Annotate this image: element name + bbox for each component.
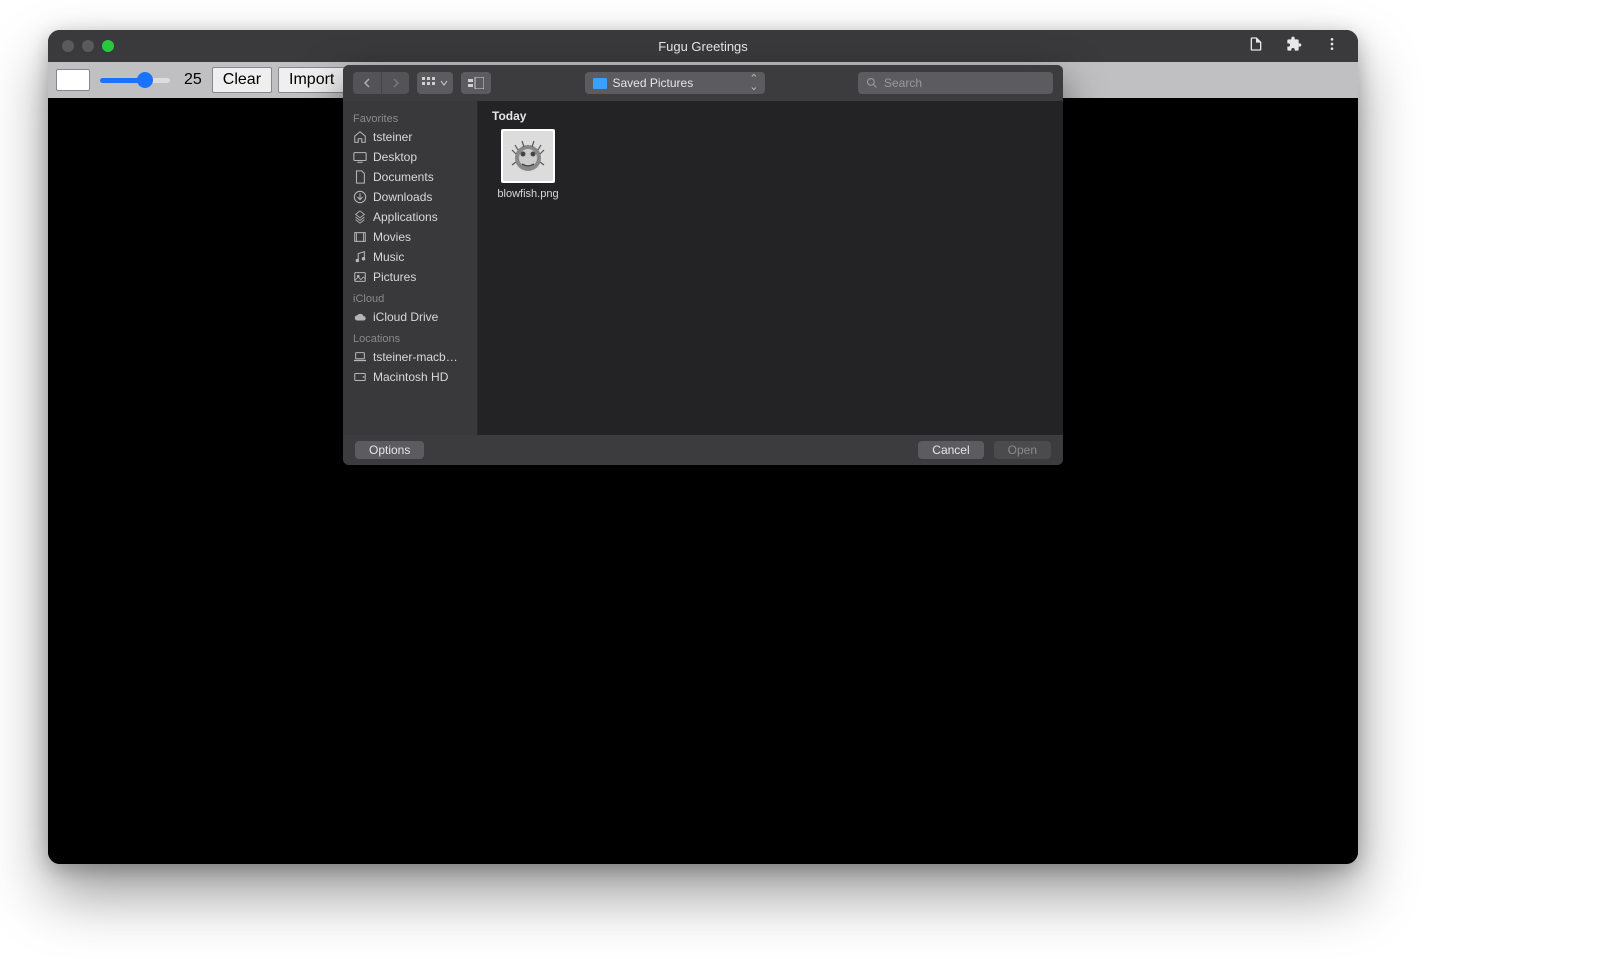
search-field[interactable]: Search: [858, 72, 1053, 94]
sidebar-section-header: iCloud: [343, 287, 477, 307]
file-group-header: Today: [492, 109, 1049, 123]
sidebar-item-label: Downloads: [373, 190, 432, 204]
picture-icon: [353, 270, 367, 284]
brush-size-slider[interactable]: [100, 78, 170, 83]
dialog-footer: Options Cancel Open: [343, 435, 1063, 465]
dialog-toolbar: Saved Pictures ⌃⌄ Search: [343, 65, 1063, 101]
sidebar[interactable]: Favorites tsteiner Desktop Documents Downloa…: [343, 101, 478, 435]
file-name-label: blowfish.png: [497, 187, 558, 201]
sidebar-item[interactable]: tsteiner: [343, 127, 477, 147]
sidebar-item[interactable]: Movies: [343, 227, 477, 247]
doc-icon: [353, 170, 367, 184]
folder-icon: [593, 78, 607, 89]
sidebar-item[interactable]: Music: [343, 247, 477, 267]
clear-button[interactable]: Clear: [212, 67, 272, 93]
file-grid: blowfish.png: [492, 129, 1049, 201]
group-by-button[interactable]: [461, 72, 491, 94]
chevron-updown-icon: ⌃⌄: [749, 75, 756, 91]
sidebar-item[interactable]: Desktop: [343, 147, 477, 167]
path-label: Saved Pictures: [613, 76, 694, 90]
sidebar-item-label: Music: [373, 250, 404, 264]
titlebar: Fugu Greetings: [48, 30, 1358, 62]
file-item[interactable]: blowfish.png: [492, 129, 564, 201]
sidebar-item-label: iCloud Drive: [373, 310, 438, 324]
search-placeholder: Search: [884, 76, 922, 90]
sidebar-item[interactable]: Macintosh HD: [343, 367, 477, 387]
sidebar-item-label: Pictures: [373, 270, 416, 284]
sidebar-item[interactable]: tsteiner-macb…: [343, 347, 477, 367]
home-icon: [353, 130, 367, 144]
view-mode-button[interactable]: [417, 72, 453, 94]
search-icon: [866, 77, 878, 89]
window-title: Fugu Greetings: [48, 39, 1358, 54]
file-pane[interactable]: Today blowfish.png: [478, 101, 1063, 435]
nav-buttons: [353, 72, 409, 94]
nav-forward-button[interactable]: [381, 72, 409, 94]
sidebar-item[interactable]: Downloads: [343, 187, 477, 207]
options-button[interactable]: Options: [355, 441, 424, 459]
slider-thumb[interactable]: [137, 72, 153, 88]
slider-value: 25: [180, 71, 206, 89]
desktop-icon: [353, 150, 367, 164]
apps-icon: [353, 210, 367, 224]
file-thumbnail: [501, 129, 555, 183]
sidebar-item-label: Desktop: [373, 150, 417, 164]
disk-icon: [353, 370, 367, 384]
sidebar-item-label: tsteiner: [373, 130, 412, 144]
sidebar-item[interactable]: iCloud Drive: [343, 307, 477, 327]
path-selector[interactable]: Saved Pictures ⌃⌄: [585, 72, 765, 94]
sidebar-item[interactable]: Pictures: [343, 267, 477, 287]
sidebar-item[interactable]: Applications: [343, 207, 477, 227]
sidebar-item-label: Movies: [373, 230, 411, 244]
sidebar-item[interactable]: Documents: [343, 167, 477, 187]
music-icon: [353, 250, 367, 264]
sidebar-section-header: Locations: [343, 327, 477, 347]
laptop-icon: [353, 350, 367, 364]
color-swatch[interactable]: [56, 69, 90, 91]
sidebar-item-label: Applications: [373, 210, 438, 224]
download-icon: [353, 190, 367, 204]
import-button[interactable]: Import: [278, 67, 345, 93]
cloud-icon: [353, 310, 367, 324]
nav-back-button[interactable]: [353, 72, 381, 94]
sidebar-item-label: tsteiner-macb…: [373, 350, 458, 364]
open-button[interactable]: Open: [994, 441, 1051, 459]
sidebar-item-label: Macintosh HD: [373, 370, 448, 384]
movie-icon: [353, 230, 367, 244]
app-window: Fugu Greetings 25 Clear Import Expo: [48, 30, 1358, 864]
cancel-button[interactable]: Cancel: [918, 441, 983, 459]
sidebar-section-header: Favorites: [343, 107, 477, 127]
open-file-dialog: Saved Pictures ⌃⌄ Search Favorites tstein…: [343, 65, 1063, 465]
sidebar-item-label: Documents: [373, 170, 434, 184]
dialog-body: Favorites tsteiner Desktop Documents Downloa…: [343, 101, 1063, 435]
